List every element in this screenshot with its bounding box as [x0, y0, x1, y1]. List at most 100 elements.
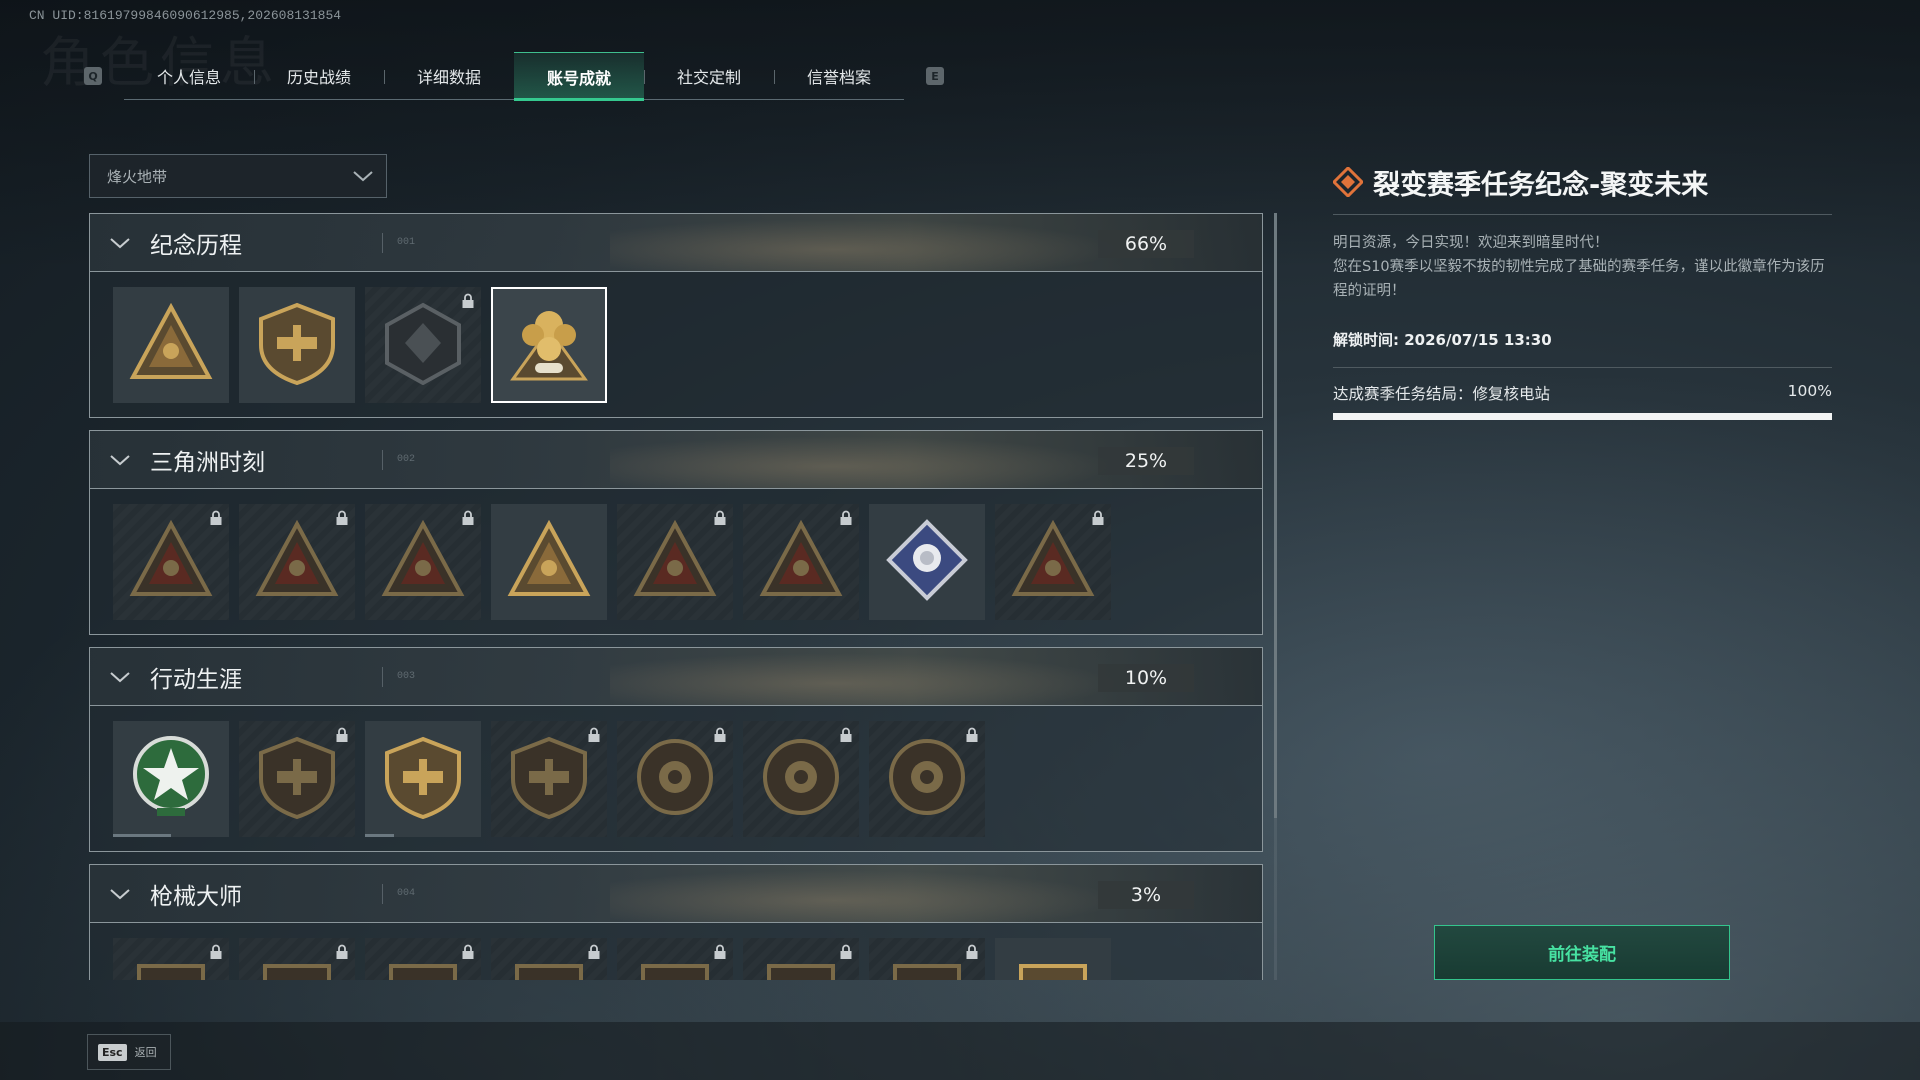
hex-emblem-icon — [381, 301, 465, 389]
task-percent: 100% — [1787, 382, 1832, 400]
badge-progress-bar — [365, 834, 394, 837]
detail-title-row: 裂变赛季任务纪念-聚变未来 — [1333, 160, 1832, 204]
back-button[interactable]: Esc 返回 — [87, 1034, 171, 1070]
lock-icon — [713, 727, 727, 747]
achievement-badge[interactable] — [239, 938, 355, 980]
category-header[interactable]: 行动生涯 003 10% — [89, 647, 1263, 706]
achievement-badge[interactable] — [239, 721, 355, 837]
next-tab-key[interactable]: E — [926, 67, 944, 85]
tab-profile[interactable]: 个人信息 — [124, 52, 254, 100]
category-header[interactable]: 纪念历程 001 66% — [89, 213, 1263, 272]
triangle-runner-icon — [255, 519, 339, 604]
lock-icon — [965, 727, 979, 747]
category-code: 002 — [397, 454, 416, 465]
achievement-badge[interactable] — [743, 721, 859, 837]
lock-icon — [713, 944, 727, 964]
achievement-badge[interactable] — [239, 287, 355, 403]
tab-achievements[interactable]: 账号成就 — [514, 52, 644, 101]
gun-shield-icon — [633, 952, 717, 980]
achievement-badge[interactable] — [869, 721, 985, 837]
divider — [382, 449, 383, 470]
achievement-badge[interactable] — [365, 287, 481, 403]
category-banner-art — [610, 865, 1170, 922]
achievement-badge[interactable] — [491, 287, 607, 403]
category-title: 纪念历程 — [150, 232, 242, 259]
lock-icon — [587, 944, 601, 964]
go-equip-button[interactable]: 前往装配 — [1434, 925, 1730, 980]
gold-cluster-medal-icon — [505, 299, 593, 391]
divider — [1333, 367, 1832, 368]
lock-icon — [209, 510, 223, 530]
divider — [382, 232, 383, 253]
gun-shield-icon — [129, 952, 213, 980]
achievement-badge[interactable] — [995, 938, 1111, 980]
prev-tab-key[interactable]: Q — [84, 67, 102, 85]
task-row: 达成赛季任务结局：修复核电站 100% — [1333, 382, 1832, 404]
triangle-swirl-icon — [1011, 519, 1095, 604]
helicopter-shield-icon — [255, 301, 339, 389]
scrollbar-thumb[interactable] — [1274, 213, 1277, 818]
lock-icon — [587, 727, 601, 747]
category-title: 行动生涯 — [150, 666, 242, 693]
detail-description: 明日资源，今日实现！欢迎来到暗星时代！ 您在S10赛季以坚毅不拔的韧性完成了基础… — [1333, 231, 1832, 303]
achievement-category: 三角洲时刻 002 25% — [89, 430, 1263, 635]
category-header[interactable]: 三角洲时刻 002 25% — [89, 430, 1263, 489]
detail-desc-line: 您在S10赛季以坚毅不拔的韧性完成了基础的赛季任务，谨以此徽章作为该历程的证明！ — [1333, 259, 1825, 299]
badge-progress-bar — [113, 834, 171, 837]
round-eye-icon — [885, 735, 969, 823]
diamond-rose-icon — [885, 518, 969, 606]
lock-icon — [335, 727, 349, 747]
triangle-squad-icon — [507, 519, 591, 604]
lock-icon — [839, 944, 853, 964]
chevron-collapse-icon[interactable] — [90, 214, 150, 271]
diamond-badge-icon — [1333, 167, 1363, 197]
unlock-time: 解锁时间: 2026/07/15 13:30 — [1333, 331, 1552, 349]
chevron-collapse-icon[interactable] — [90, 865, 150, 922]
category-percent: 25% — [1098, 447, 1194, 475]
tab-match-history[interactable]: 历史战绩 — [254, 52, 384, 100]
achievement-badge[interactable] — [617, 938, 733, 980]
achievement-badge[interactable] — [869, 938, 985, 980]
divider — [382, 883, 383, 904]
badge-grid — [89, 272, 1263, 418]
lock-icon — [335, 944, 349, 964]
triangle-beast-icon — [633, 519, 717, 604]
achievement-badge[interactable] — [617, 721, 733, 837]
achievement-badge[interactable] — [491, 938, 607, 980]
achievement-badge[interactable] — [113, 504, 229, 620]
achievement-badge[interactable] — [995, 504, 1111, 620]
gun-shield-icon — [759, 952, 843, 980]
tab-social-custom[interactable]: 社交定制 — [644, 52, 774, 100]
lock-icon — [839, 727, 853, 747]
achievement-badge[interactable] — [365, 504, 481, 620]
chevron-collapse-icon[interactable] — [90, 648, 150, 705]
achievement-badge[interactable] — [743, 938, 859, 980]
achievement-badge[interactable] — [113, 938, 229, 980]
achievement-badge[interactable] — [113, 287, 229, 403]
achievement-badge[interactable] — [491, 504, 607, 620]
achievement-badge[interactable] — [365, 721, 481, 837]
achievement-category: 行动生涯 003 10% — [89, 647, 1263, 852]
lock-icon — [713, 510, 727, 530]
badge-grid — [89, 706, 1263, 852]
achievement-badge[interactable] — [869, 504, 985, 620]
achievement-list: 纪念历程 001 66% 三角洲时刻 002 25% 行动生涯 003 10% 枪械大师 004 3% — [89, 213, 1263, 980]
tab-detailed-data[interactable]: 详细数据 — [384, 52, 514, 100]
tab-credit-record[interactable]: 信誉档案 — [774, 52, 904, 100]
achievement-badge[interactable] — [491, 721, 607, 837]
achievement-badge[interactable] — [617, 504, 733, 620]
achievement-badge[interactable] — [365, 938, 481, 980]
category-title: 三角洲时刻 — [150, 449, 265, 476]
chevron-collapse-icon[interactable] — [90, 431, 150, 488]
achievement-badge[interactable] — [743, 504, 859, 620]
top-tabs: Q 个人信息 历史战绩 详细数据 账号成就 社交定制 信誉档案 E — [84, 52, 944, 101]
achievement-badge[interactable] — [113, 721, 229, 837]
gun-shield-icon — [507, 952, 591, 980]
mode-dropdown[interactable]: 烽火地带 — [89, 154, 387, 198]
list-scrollbar[interactable] — [1274, 213, 1277, 980]
shield-wing-icon — [255, 735, 339, 823]
gun-shield-icon — [1011, 952, 1095, 980]
category-header[interactable]: 枪械大师 004 3% — [89, 864, 1263, 923]
lock-icon — [1091, 510, 1105, 530]
achievement-badge[interactable] — [239, 504, 355, 620]
